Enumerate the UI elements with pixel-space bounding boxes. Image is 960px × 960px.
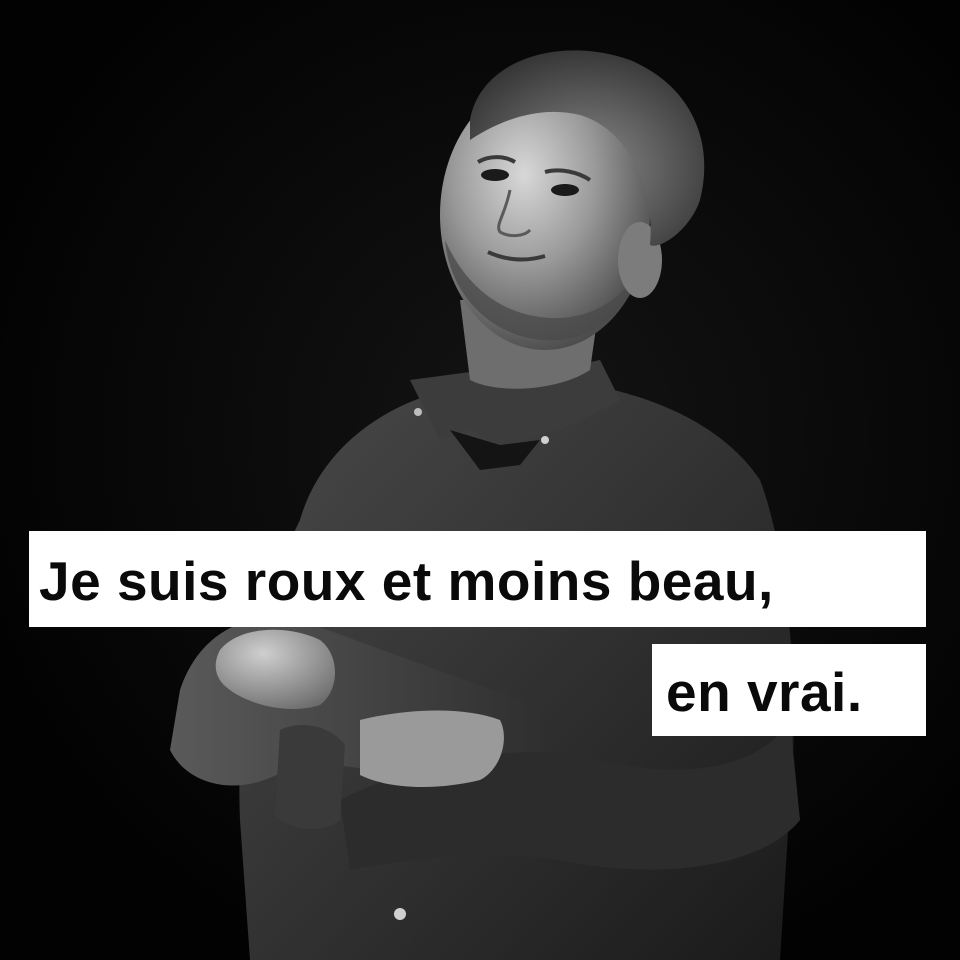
image-canvas: Je suis roux et moins beau, en vrai.	[0, 0, 960, 960]
caption-text-line-2: en vrai.	[666, 660, 863, 723]
caption-line-2: en vrai.	[652, 644, 926, 736]
shirt-button	[394, 908, 406, 920]
collar-button	[414, 408, 422, 416]
right-eye	[551, 184, 579, 196]
portrait-photo	[0, 0, 960, 960]
collar-button	[541, 436, 549, 444]
caption-text-line-1: Je suis roux et moins beau,	[39, 549, 774, 612]
left-eye	[481, 169, 509, 181]
shirt-cuff	[275, 725, 345, 830]
forearm	[360, 710, 504, 787]
caption-line-1: Je suis roux et moins beau,	[29, 531, 926, 627]
